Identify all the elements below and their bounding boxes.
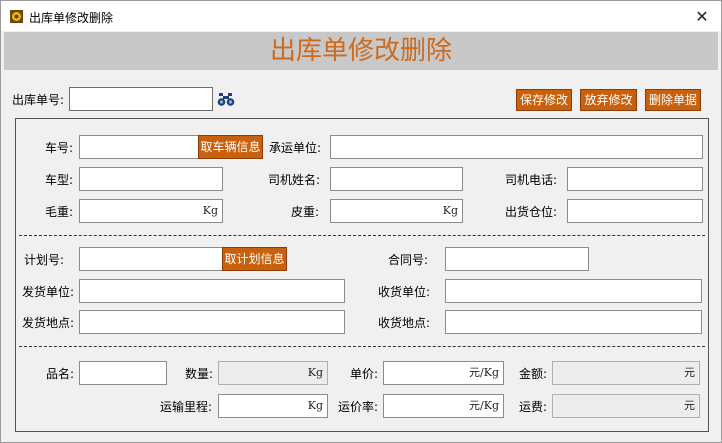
plate-label: 车号: xyxy=(45,141,74,155)
carrier-input[interactable] xyxy=(330,135,703,159)
freight-rate-input[interactable]: 元/Kg xyxy=(383,394,504,418)
binoculars-icon[interactable] xyxy=(217,91,235,107)
title-bar: 出库单修改删除 ✕ xyxy=(1,1,721,31)
freight-field: 元 xyxy=(552,394,700,418)
driver-phone-label: 司机电话: xyxy=(505,173,558,187)
carrier-label: 承运单位: xyxy=(269,141,322,155)
tare-label: 皮重: xyxy=(291,205,320,219)
price-unit: 元/Kg xyxy=(469,366,499,379)
delete-button[interactable]: 删除单据 xyxy=(645,89,701,111)
warehouse-label: 出货仓位: xyxy=(505,205,558,219)
driver-name-input[interactable] xyxy=(330,167,463,191)
page-title: 出库单修改删除 xyxy=(269,36,452,66)
close-button[interactable]: ✕ xyxy=(685,3,719,29)
receiver-label: 收货单位: xyxy=(378,285,431,299)
gross-unit: Kg xyxy=(202,204,218,217)
plate-input[interactable] xyxy=(79,135,199,159)
quantity-field: Kg xyxy=(218,361,328,385)
freight-rate-unit: 元/Kg xyxy=(469,399,499,412)
section-divider xyxy=(19,235,705,236)
model-label: 车型: xyxy=(45,173,74,187)
window: 出库单修改删除 ✕ 出库单修改删除 出库单号: 保存修改 放弃修改 删除单据 车… xyxy=(0,0,722,443)
receive-place-input[interactable] xyxy=(445,310,702,334)
window-title: 出库单修改删除 xyxy=(29,11,114,25)
tare-input[interactable]: Kg xyxy=(330,199,463,223)
gross-input[interactable]: Kg xyxy=(79,199,223,223)
contract-label: 合同号: xyxy=(388,253,429,267)
freight-unit: 元 xyxy=(684,399,695,412)
close-icon: ✕ xyxy=(695,6,709,26)
price-input[interactable]: 元/Kg xyxy=(383,361,504,385)
save-button[interactable]: 保存修改 xyxy=(516,89,572,111)
quantity-unit: Kg xyxy=(307,366,323,379)
distance-label: 运输里程: xyxy=(160,400,213,414)
freight-rate-label: 运价率: xyxy=(338,400,379,414)
distance-input[interactable]: Kg xyxy=(218,394,328,418)
driver-phone-input[interactable] xyxy=(567,167,703,191)
plan-no-label: 计划号: xyxy=(24,253,65,267)
sender-input[interactable] xyxy=(79,279,345,303)
quantity-label: 数量: xyxy=(185,367,214,381)
product-input[interactable] xyxy=(79,361,167,385)
fetch-plan-button[interactable]: 取计划信息 xyxy=(222,247,287,271)
amount-unit: 元 xyxy=(684,366,695,379)
order-no-input[interactable] xyxy=(69,87,213,111)
order-no-label: 出库单号: xyxy=(12,93,65,107)
section-divider xyxy=(19,346,705,347)
send-place-label: 发货地点: xyxy=(22,316,75,330)
warehouse-input[interactable] xyxy=(567,199,703,223)
distance-unit: Kg xyxy=(307,399,323,412)
sender-label: 发货单位: xyxy=(22,285,75,299)
plan-no-input[interactable] xyxy=(79,247,223,271)
send-place-input[interactable] xyxy=(79,310,345,334)
banner: 出库单修改删除 xyxy=(4,32,718,70)
contract-input[interactable] xyxy=(445,247,589,271)
app-icon xyxy=(10,10,23,23)
price-label: 单价: xyxy=(350,367,379,381)
fetch-vehicle-button[interactable]: 取车辆信息 xyxy=(198,135,263,159)
discard-button[interactable]: 放弃修改 xyxy=(580,89,637,111)
model-input[interactable] xyxy=(79,167,223,191)
amount-label: 金额: xyxy=(519,367,548,381)
amount-field: 元 xyxy=(552,361,700,385)
freight-label: 运费: xyxy=(519,400,548,414)
driver-name-label: 司机姓名: xyxy=(268,173,321,187)
receiver-input[interactable] xyxy=(445,279,702,303)
product-label: 品名: xyxy=(46,367,75,381)
receive-place-label: 收货地点: xyxy=(378,316,431,330)
gross-label: 毛重: xyxy=(45,205,74,219)
tare-unit: Kg xyxy=(442,204,458,217)
